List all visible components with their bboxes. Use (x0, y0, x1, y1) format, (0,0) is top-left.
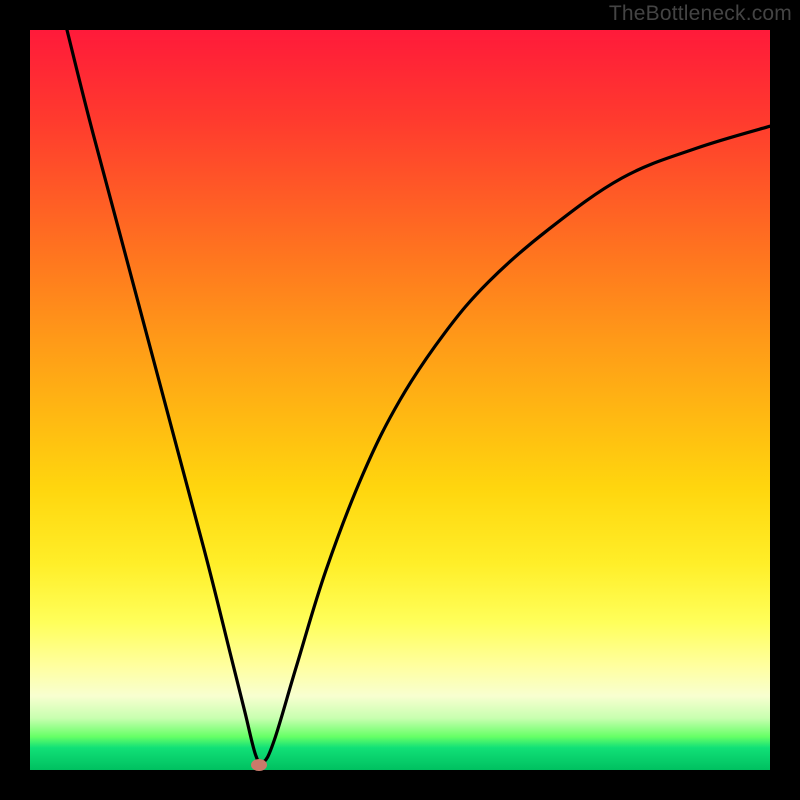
attribution-text: TheBottleneck.com (609, 2, 792, 26)
bottleneck-curve (30, 30, 770, 770)
optimum-marker (251, 759, 267, 771)
chart-plot-area (30, 30, 770, 770)
